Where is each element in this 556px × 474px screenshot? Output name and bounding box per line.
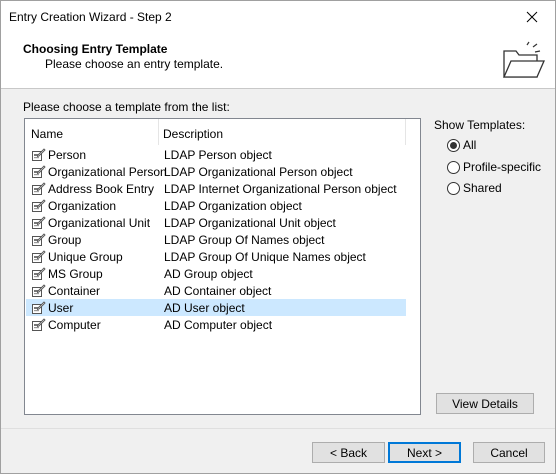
list-item-description: AD User object (164, 301, 245, 315)
list-header: Name Description (25, 119, 420, 145)
list-item-description: LDAP Internet Organizational Person obje… (164, 182, 397, 196)
template-icon (31, 164, 46, 179)
template-icon (31, 215, 46, 230)
column-header-name[interactable]: Name (31, 119, 63, 145)
list-item-description: AD Container object (164, 284, 272, 298)
page-title: Choosing Entry Template (23, 42, 168, 56)
list-item[interactable]: Computer AD Computer object (26, 316, 406, 333)
list-item-description: AD Computer object (164, 318, 273, 332)
list-caption: Please choose a template from the list: (23, 100, 230, 114)
template-list[interactable]: Name Description Person LDAP Person objec… (24, 118, 421, 415)
list-item-description: LDAP Organization object (164, 199, 302, 213)
list-item-name: Container (48, 284, 101, 298)
window-title: Entry Creation Wizard - Step 2 (9, 10, 172, 24)
list-item[interactable]: Organization LDAP Organization object (26, 197, 406, 214)
page-subtitle: Please choose an entry template. (45, 57, 224, 71)
list-item-description: LDAP Group Of Names object (164, 233, 325, 247)
back-button[interactable]: < Back (312, 442, 385, 463)
template-icon (31, 232, 46, 247)
radio-all[interactable]: All (447, 138, 487, 154)
show-templates-label: Show Templates: (434, 118, 526, 132)
radio-shared-label: Shared (463, 181, 502, 195)
template-icon (31, 266, 46, 281)
list-item[interactable]: Organizational Unit LDAP Organizational U… (26, 214, 406, 231)
list-item-description: LDAP Organizational Person object (164, 165, 353, 179)
close-button[interactable] (509, 1, 555, 32)
radio-shared[interactable]: Shared (447, 181, 507, 197)
list-item-description: AD Group object (164, 267, 253, 281)
list-item-name: Person (48, 148, 87, 162)
template-icon (31, 317, 46, 332)
radio-profile-specific[interactable]: Profile-specific (447, 160, 541, 176)
cancel-button[interactable]: Cancel (473, 442, 545, 463)
wizard-window: Entry Creation Wizard - Step 2 Choosing … (0, 0, 556, 474)
list-item-name: Group (48, 233, 82, 247)
list-item-name: Organizational Person (48, 165, 167, 179)
list-item-description: LDAP Group Of Unique Names object (164, 250, 366, 264)
list-item-name: Organization (48, 199, 117, 213)
column-header-description[interactable]: Description (163, 119, 223, 145)
template-icon (31, 300, 46, 315)
footer-divider (1, 428, 555, 429)
radio-all-label: All (463, 138, 477, 152)
list-item[interactable]: Organizational Person LDAP Organizational… (26, 163, 406, 180)
template-icon (31, 147, 46, 162)
list-item[interactable]: Unique Group LDAP Group Of Unique Names o… (26, 248, 406, 265)
list-item[interactable]: User AD User object (26, 299, 406, 316)
list-item[interactable]: Group LDAP Group Of Names object (26, 231, 406, 248)
list-item-name: User (48, 301, 74, 315)
list-item[interactable]: Container AD Container object (26, 282, 406, 299)
column-separator[interactable] (405, 119, 406, 145)
view-details-button[interactable]: View Details (436, 393, 534, 414)
template-icon (31, 198, 46, 213)
title-bar: Entry Creation Wizard - Step 2 (1, 1, 555, 32)
list-item-name: Organizational Unit (48, 216, 151, 230)
list-item-name: Computer (48, 318, 101, 332)
radio-shared-indicator[interactable] (447, 182, 460, 195)
close-icon (526, 11, 538, 22)
radio-profile-specific-indicator[interactable] (447, 161, 460, 174)
list-item-name: Unique Group (48, 250, 123, 264)
template-icon (31, 249, 46, 264)
list-item-description: LDAP Organizational Unit object (164, 216, 336, 230)
list-item-description: LDAP Person object (164, 148, 272, 162)
list-item-name: Address Book Entry (48, 182, 155, 196)
list-item[interactable]: Address Book Entry LDAP Internet Organiza… (26, 180, 406, 197)
template-icon (31, 283, 46, 298)
wizard-header: Choosing Entry Template Please choose an… (1, 32, 555, 89)
template-icon (31, 181, 46, 196)
list-item[interactable]: Person LDAP Person object (26, 146, 406, 163)
radio-all-indicator[interactable] (447, 139, 460, 152)
next-button[interactable]: Next > (388, 442, 461, 463)
list-item-name: MS Group (48, 267, 103, 281)
radio-profile-specific-label: Profile-specific (463, 160, 542, 174)
open-folder-icon (503, 41, 545, 78)
list-item[interactable]: MS Group AD Group object (26, 265, 406, 282)
column-separator[interactable] (158, 119, 159, 145)
